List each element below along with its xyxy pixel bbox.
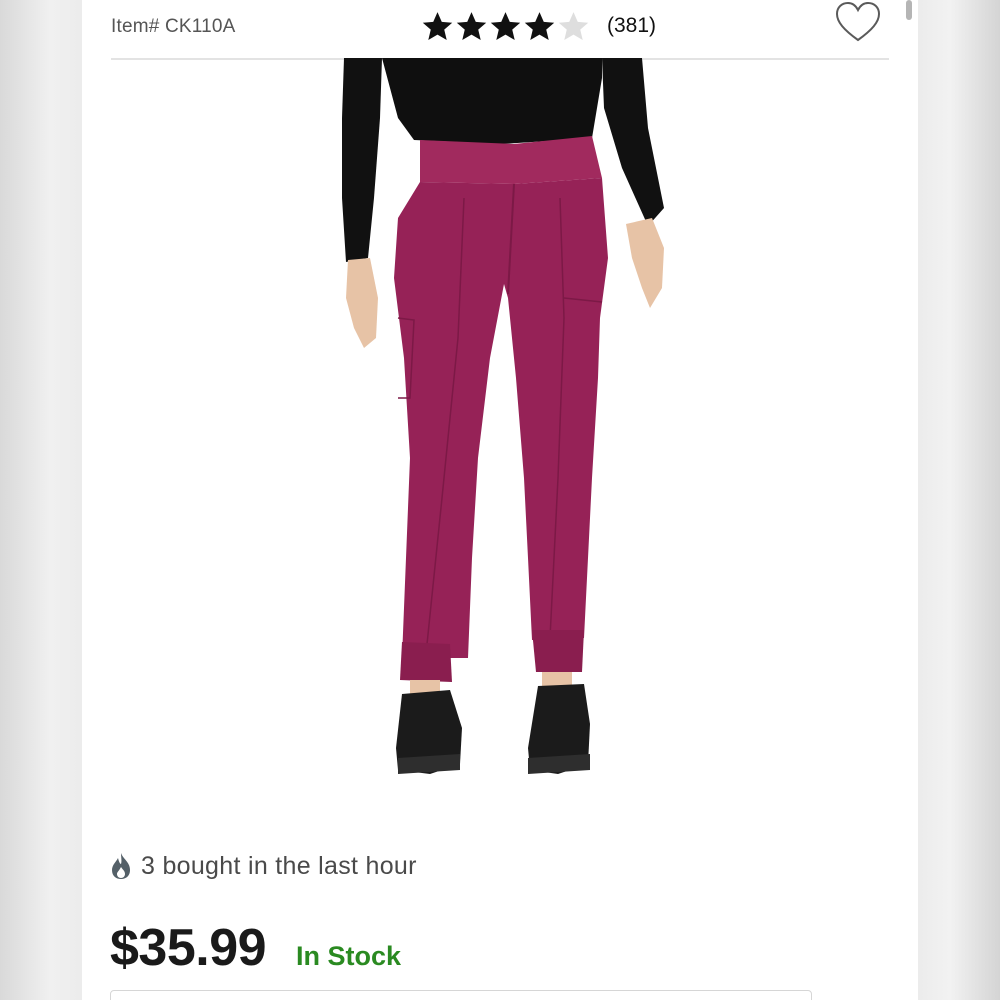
stock-status: In Stock	[296, 941, 402, 971]
star-icon	[456, 11, 487, 40]
flame-icon	[112, 853, 130, 879]
right-cuff	[532, 630, 584, 672]
heart-outline-icon[interactable]	[834, 0, 882, 46]
urgency-notice: 3 bought in the last hour	[110, 848, 417, 884]
product-header: Item# CK110A (381)	[111, 0, 889, 60]
urgency-text: 3 bought in the last hour	[141, 851, 417, 880]
left-hand	[346, 258, 378, 348]
black-top	[382, 58, 602, 144]
star-icon	[524, 11, 555, 40]
left-cuff	[400, 642, 452, 682]
star-icon	[422, 11, 453, 40]
product-price: $35.99	[110, 919, 267, 977]
star-empty-icon	[558, 11, 589, 40]
star-rating	[421, 10, 591, 43]
rating-summary[interactable]: (381)	[421, 6, 656, 46]
product-image[interactable]	[302, 58, 702, 788]
product-page: Item# CK110A (381) 3 bought in the last …	[82, 0, 918, 1000]
right-sleeve	[602, 58, 664, 226]
option-selector[interactable]	[110, 990, 812, 1000]
right-hand	[626, 218, 664, 308]
scrollbar[interactable]	[906, 0, 912, 20]
pants	[394, 178, 608, 658]
price-row: $35.99 In Stock	[110, 918, 401, 982]
left-sleeve	[342, 58, 382, 262]
review-count-link[interactable]: (381)	[607, 14, 656, 38]
star-icon	[490, 11, 521, 40]
item-number: Item# CK110A	[111, 16, 236, 37]
